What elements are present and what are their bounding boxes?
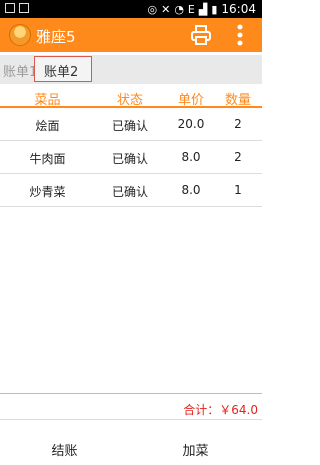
action-bar: 雅座5 xyxy=(0,18,262,52)
table-header: 菜品 状态 单价 数量 xyxy=(0,89,262,108)
mute-icon: ✕ xyxy=(161,2,171,16)
bill-tabs: 账单1 账单2 xyxy=(0,55,262,84)
notification-icon xyxy=(5,3,15,13)
app-logo-icon[interactable] xyxy=(9,24,31,46)
checkout-button[interactable]: 结账 xyxy=(37,440,92,459)
divider xyxy=(0,393,262,394)
header-status: 状态 xyxy=(116,93,143,108)
price-cell: 8.0 xyxy=(181,150,201,164)
status-cell: 已确认 xyxy=(111,185,148,199)
header-qty: 数量 xyxy=(224,93,251,108)
vibrate-icon: ◎ xyxy=(147,2,158,16)
add-dish-button[interactable]: 加菜 xyxy=(168,440,223,459)
table-row[interactable]: 烩面 已确认 20.0 2 xyxy=(0,108,262,141)
dish-cell: 烩面 xyxy=(35,119,60,133)
notification-icon xyxy=(19,3,29,13)
qty-cell: 1 xyxy=(234,183,242,197)
table-row[interactable]: 牛肉面 已确认 8.0 2 xyxy=(0,141,262,174)
total-amount: 合计：￥64.0 xyxy=(183,403,258,417)
header-dish: 菜品 xyxy=(34,93,61,108)
dish-cell: 炒青菜 xyxy=(29,185,66,199)
notification-icons xyxy=(5,3,29,13)
divider xyxy=(0,419,262,420)
print-icon[interactable] xyxy=(190,24,212,46)
tab-bill-2[interactable]: 账单2 xyxy=(34,56,92,82)
qty-cell: 2 xyxy=(234,117,242,131)
more-vert-icon[interactable] xyxy=(234,22,246,48)
network-type: E xyxy=(187,2,195,16)
status-bar: ◎ ✕ ◔ E ▟ ▮ 16:04 xyxy=(0,0,262,18)
signal-icon: ▟ xyxy=(198,2,208,16)
clock: 16:04 xyxy=(221,2,256,16)
status-cell: 已确认 xyxy=(111,119,148,133)
battery-icon: ▮ xyxy=(211,2,218,16)
wifi-icon: ◔ xyxy=(174,2,184,16)
order-table: 烩面 已确认 20.0 2 牛肉面 已确认 8.0 2 炒青菜 已确认 8.0 … xyxy=(0,108,262,207)
system-icons: ◎ ✕ ◔ E ▟ ▮ 16:04 xyxy=(147,2,256,16)
page-title: 雅座5 xyxy=(36,28,76,46)
price-cell: 20.0 xyxy=(177,117,205,131)
tab-bill-1[interactable]: 账单1 xyxy=(3,61,37,80)
header-price: 单价 xyxy=(177,93,204,108)
dish-cell: 牛肉面 xyxy=(29,152,66,166)
status-cell: 已确认 xyxy=(111,152,148,166)
price-cell: 8.0 xyxy=(181,183,201,197)
table-row[interactable]: 炒青菜 已确认 8.0 1 xyxy=(0,174,262,207)
qty-cell: 2 xyxy=(234,150,242,164)
